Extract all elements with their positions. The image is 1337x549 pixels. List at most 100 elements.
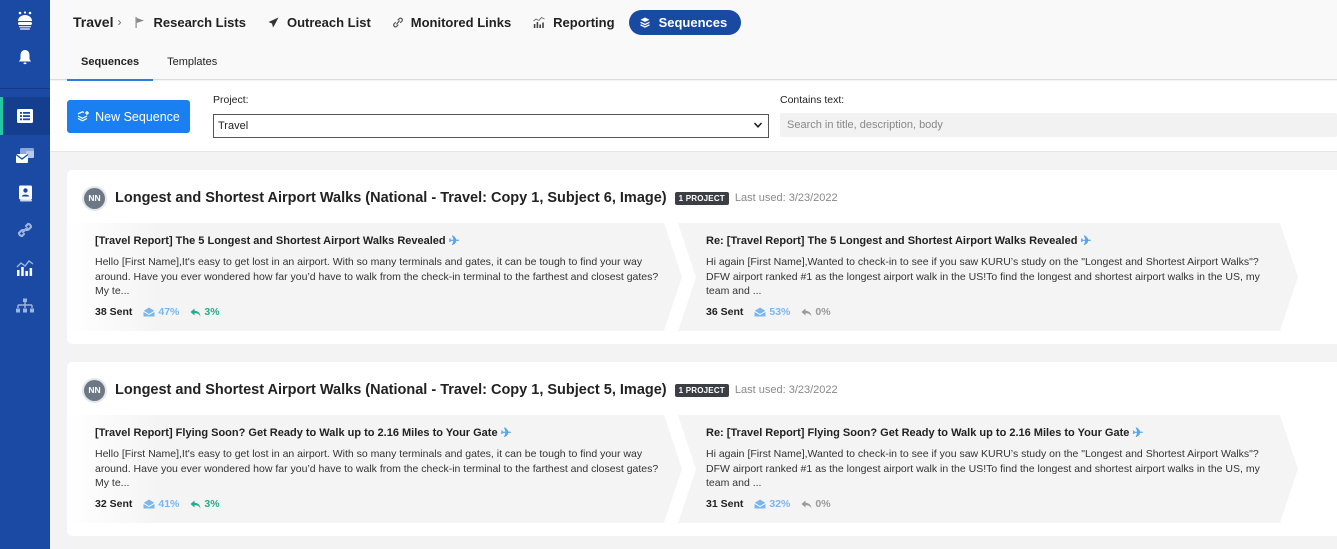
step-body-preview: Hi again [First Name],Wanted to check-in… xyxy=(706,448,1260,489)
link-icon xyxy=(17,222,33,238)
airplane-emoji-icon: ✈ xyxy=(500,425,512,440)
new-sequence-label: New Sequence xyxy=(95,109,180,124)
reply-rate-value: 3% xyxy=(204,306,220,318)
sequence-title[interactable]: Longest and Shortest Airport Walks (Nati… xyxy=(115,190,667,206)
nav-sequences[interactable]: Sequences xyxy=(628,9,742,35)
step-stats: 31 Sent 32% 0% xyxy=(706,498,1281,510)
chevron-down-icon xyxy=(753,120,763,133)
envelope-open-icon xyxy=(143,307,156,317)
layers-icon xyxy=(639,17,650,28)
flag-icon xyxy=(135,16,145,28)
reply-rate: 0% xyxy=(801,498,831,510)
step-content: Re: [Travel Report] The 5 Longest and Sh… xyxy=(706,233,1281,318)
reply-icon xyxy=(190,500,201,509)
open-rate-value: 32% xyxy=(769,498,791,510)
contains-text-label: Contains text: xyxy=(780,94,845,106)
sequence-card[interactable]: NN Longest and Shortest Airport Walks (N… xyxy=(67,170,1337,344)
airplane-emoji-icon: ✈ xyxy=(1080,233,1092,248)
step-subject-text: Re: [Travel Report] The 5 Longest and Sh… xyxy=(706,235,1078,247)
open-rate: 41% xyxy=(143,498,179,510)
nav-monitored-links[interactable]: Monitored Links xyxy=(392,14,512,30)
reply-rate-value: 0% xyxy=(815,306,831,318)
sent-count: 32 Sent xyxy=(95,498,133,510)
reply-icon xyxy=(801,500,812,509)
envelope-open-icon xyxy=(143,499,156,509)
project-count-badge: 1 PROJECT xyxy=(674,383,729,397)
nav-sequences-label: Sequences xyxy=(658,14,728,30)
sidebar-divider xyxy=(0,88,50,89)
step-subject: Re: [Travel Report] Flying Soon? Get Rea… xyxy=(706,425,1281,441)
sequence-header: NN Longest and Shortest Airport Walks (N… xyxy=(84,187,838,209)
sidebar xyxy=(0,0,50,549)
envelope-open-icon xyxy=(754,499,767,509)
reply-rate: 3% xyxy=(190,306,220,318)
envelope-open-icon xyxy=(754,307,767,317)
sidebar-item-sequences[interactable] xyxy=(0,97,50,135)
tab-templates[interactable]: Templates xyxy=(153,46,231,80)
step-content: [Travel Report] Flying Soon? Get Ready t… xyxy=(95,425,670,510)
project-select[interactable]: Travel xyxy=(213,114,769,138)
sent-count: 36 Sent xyxy=(706,306,744,318)
contact-book-icon xyxy=(18,185,32,201)
sequence-title[interactable]: Longest and Shortest Airport Walks (Nati… xyxy=(115,382,667,398)
sidebar-notifications[interactable] xyxy=(0,38,50,76)
sidebar-item-reporting[interactable] xyxy=(0,249,50,287)
step-body-preview: Hello [First Name],It's easy to get lost… xyxy=(95,256,659,297)
sidebar-item-links[interactable] xyxy=(0,211,50,249)
step-stats: 32 Sent 41% 3% xyxy=(95,498,670,510)
reply-rate: 3% xyxy=(190,498,220,510)
chart-icon xyxy=(533,16,545,28)
breadcrumb-separator: › xyxy=(117,15,122,29)
sidebar-item-hierarchy[interactable] xyxy=(0,287,50,325)
sidebar-item-outreach[interactable] xyxy=(0,136,50,174)
step-stats: 38 Sent 47% 3% xyxy=(95,306,670,318)
reply-icon xyxy=(801,308,812,317)
sub-tabs: Sequences Templates xyxy=(67,46,231,81)
nav-outreach-list[interactable]: Outreach List xyxy=(268,15,371,30)
mail-stack-icon xyxy=(15,147,34,163)
sidebar-item-contacts[interactable] xyxy=(0,174,50,212)
link-icon xyxy=(392,17,403,28)
new-sequence-button[interactable]: New Sequence xyxy=(67,100,190,133)
step-content: [Travel Report] The 5 Longest and Shorte… xyxy=(95,233,670,318)
top-header: Travel › Research Lists Outreach List Mo… xyxy=(50,0,1337,81)
nav-research-lists-label: Research Lists xyxy=(153,14,246,30)
open-rate: 32% xyxy=(754,498,790,510)
tab-sequences[interactable]: Sequences xyxy=(67,46,154,81)
step-subject-text: [Travel Report] Flying Soon? Get Ready t… xyxy=(95,427,498,439)
list-icon xyxy=(17,109,33,123)
open-rate: 47% xyxy=(143,306,179,318)
add-sequence-icon xyxy=(77,110,90,123)
step-stats: 36 Sent 53% 0% xyxy=(706,306,1281,318)
step-subject: [Travel Report] The 5 Longest and Shorte… xyxy=(95,233,670,249)
project-select-value: Travel xyxy=(218,120,249,132)
last-used-text: Last used: 3/23/2022 xyxy=(734,384,838,396)
step-content: Re: [Travel Report] Flying Soon? Get Rea… xyxy=(706,425,1281,510)
reply-rate-value: 3% xyxy=(204,498,220,510)
sequence-card[interactable]: NN Longest and Shortest Airport Walks (N… xyxy=(67,362,1337,536)
nav-reporting[interactable]: Reporting xyxy=(533,14,615,30)
sent-count: 31 Sent xyxy=(706,498,744,510)
nav-reporting-label: Reporting xyxy=(553,14,615,30)
reply-icon xyxy=(190,308,201,317)
sidebar-logo[interactable] xyxy=(0,2,50,40)
logo-icon xyxy=(18,11,32,30)
open-rate-value: 41% xyxy=(158,498,180,510)
breadcrumb: Travel › Research Lists Outreach List Mo… xyxy=(73,9,742,35)
paper-plane-icon xyxy=(268,17,279,28)
airplane-emoji-icon: ✈ xyxy=(448,233,460,248)
step-subject: [Travel Report] Flying Soon? Get Ready t… xyxy=(95,425,670,441)
nav-monitored-links-label: Monitored Links xyxy=(410,14,512,30)
search-input[interactable] xyxy=(780,113,1337,137)
step-subject-text: Re: [Travel Report] Flying Soon? Get Rea… xyxy=(706,427,1130,439)
step-subject: Re: [Travel Report] The 5 Longest and Sh… xyxy=(706,233,1281,249)
reply-rate: 0% xyxy=(801,306,831,318)
nav-research-lists[interactable]: Research Lists xyxy=(135,15,246,30)
step-body-preview: Hi again [First Name],Wanted to check-in… xyxy=(706,256,1260,297)
airplane-emoji-icon: ✈ xyxy=(1132,425,1144,440)
last-used-text: Last used: 3/23/2022 xyxy=(734,192,838,204)
step-subject-text: [Travel Report] The 5 Longest and Shorte… xyxy=(95,235,446,247)
breadcrumb-project[interactable]: Travel xyxy=(73,14,113,30)
nav-outreach-list-label: Outreach List xyxy=(286,14,371,30)
step-body-preview: Hello [First Name],It's easy to get lost… xyxy=(95,448,659,489)
